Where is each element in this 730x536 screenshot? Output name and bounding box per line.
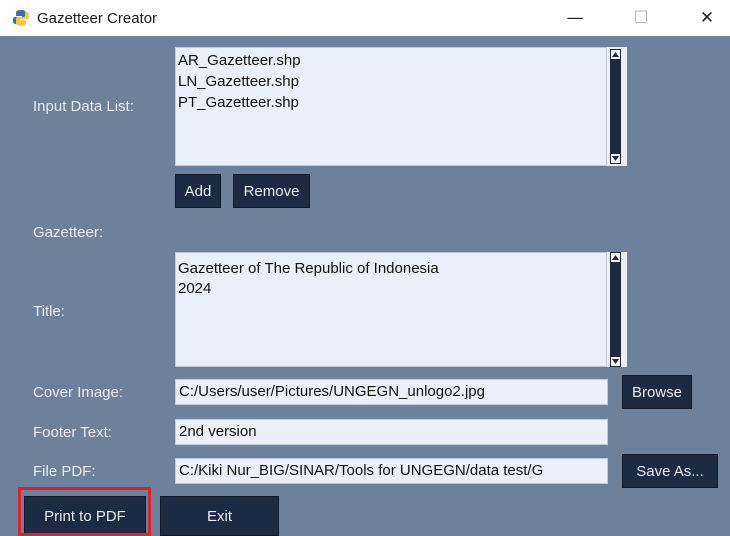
minimize-button[interactable]: — bbox=[552, 0, 598, 36]
exit-button[interactable]: Exit bbox=[160, 496, 279, 536]
scroll-up-icon[interactable] bbox=[610, 49, 621, 60]
footer-text-label: Footer Text: bbox=[33, 424, 112, 441]
footer-text-field[interactable]: 2nd version bbox=[175, 419, 608, 445]
window-title: Gazetteer Creator bbox=[37, 10, 158, 27]
title-scrollbar[interactable] bbox=[607, 252, 627, 367]
maximize-button[interactable]: ☐ bbox=[618, 0, 664, 36]
scroll-down-icon[interactable] bbox=[610, 153, 621, 164]
title-line: Gazetteer of The Republic of Indonesia bbox=[178, 260, 439, 277]
title-textarea[interactable]: Gazetteer of The Republic of Indonesia 2… bbox=[175, 252, 607, 367]
title-bar: Gazetteer Creator — ☐ ✕ bbox=[0, 0, 730, 36]
scrollbar-track[interactable] bbox=[610, 252, 621, 367]
title-line: 2024 bbox=[178, 280, 212, 297]
remove-button[interactable]: Remove bbox=[233, 174, 310, 208]
scroll-up-icon[interactable] bbox=[610, 252, 621, 263]
print-button-highlight bbox=[18, 487, 151, 536]
cover-image-field[interactable]: C:/Users/user/Pictures/UNGEGN_unlogo2.jp… bbox=[175, 379, 608, 405]
save-as-button[interactable]: Save As... bbox=[622, 454, 718, 488]
input-data-listbox[interactable]: AR_Gazetteer.shp LN_Gazetteer.shp PT_Gaz… bbox=[175, 47, 607, 166]
browse-button[interactable]: Browse bbox=[622, 375, 692, 409]
list-item[interactable]: AR_Gazetteer.shp bbox=[178, 52, 301, 69]
python-icon bbox=[12, 9, 30, 27]
input-data-list-label: Input Data List: bbox=[33, 98, 134, 115]
app-window: Gazetteer Creator — ☐ ✕ Input Data List:… bbox=[0, 0, 730, 536]
list-item[interactable]: LN_Gazetteer.shp bbox=[178, 73, 299, 90]
file-pdf-field[interactable]: C:/Kiki Nur_BIG/SINAR/Tools for UNGEGN/d… bbox=[175, 458, 608, 484]
scroll-down-icon[interactable] bbox=[610, 356, 621, 367]
scrollbar-track[interactable] bbox=[610, 49, 621, 164]
list-item[interactable]: PT_Gazetteer.shp bbox=[178, 94, 299, 111]
title-label: Title: bbox=[33, 303, 65, 320]
gazetteer-section-label: Gazetteer: bbox=[33, 224, 104, 241]
add-button[interactable]: Add bbox=[175, 174, 221, 208]
file-pdf-label: File PDF: bbox=[33, 463, 96, 480]
input-list-scrollbar[interactable] bbox=[607, 47, 627, 166]
close-button[interactable]: ✕ bbox=[684, 0, 730, 36]
cover-image-label: Cover Image: bbox=[33, 384, 124, 401]
